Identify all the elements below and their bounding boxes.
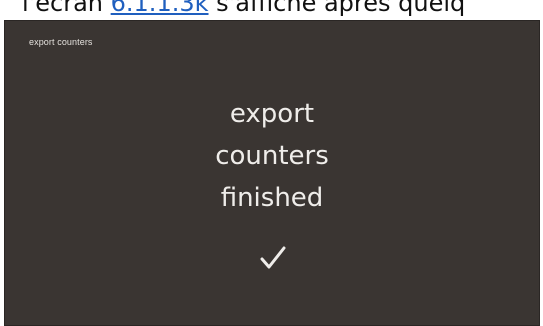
device-screen: export counters export counters finished <box>4 20 540 326</box>
page: l'écran 6.1.1.3k s'affiche après quelq e… <box>0 0 543 326</box>
caption-text: l'écran 6.1.1.3k s'affiche après quelq <box>0 0 543 18</box>
status-message: export counters finished <box>5 93 539 219</box>
checkmark-icon <box>260 246 286 269</box>
status-message-line-2: counters <box>215 141 329 171</box>
section-reference-link[interactable]: 6.1.1.3k <box>111 0 209 17</box>
caption-prefix: l'écran <box>22 0 111 17</box>
status-message-line-1: export <box>229 99 315 129</box>
screen-title: export counters <box>29 37 93 47</box>
caption-suffix: s'affiche après quelq <box>208 0 466 17</box>
status-message-line-3: finished <box>220 183 324 213</box>
